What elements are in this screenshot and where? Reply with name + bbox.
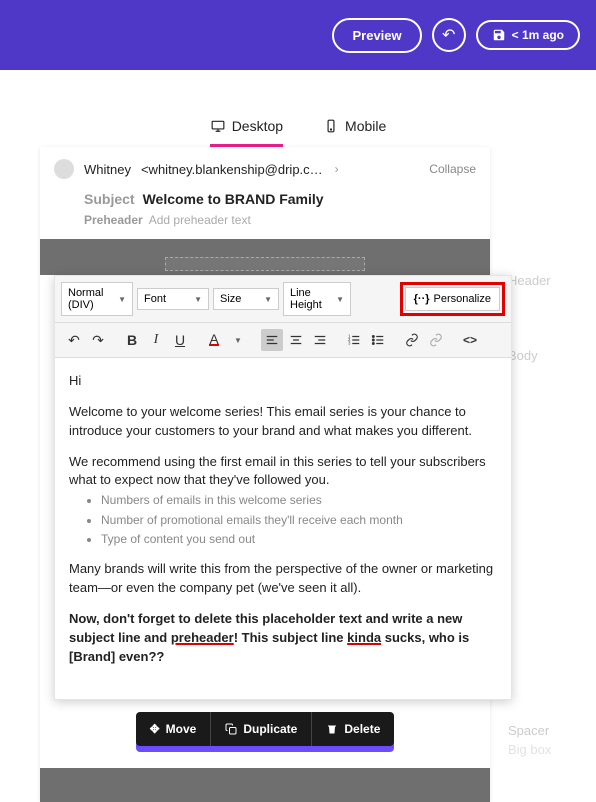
link-icon bbox=[405, 333, 419, 347]
delete-button[interactable]: Delete bbox=[312, 712, 394, 746]
align-left-icon bbox=[265, 333, 279, 347]
text-color-button[interactable]: A bbox=[203, 329, 225, 351]
email-canvas: Whitney <whitney.blankenship@drip.c… › C… bbox=[40, 147, 490, 802]
bold-button[interactable]: B bbox=[121, 329, 143, 351]
align-center-icon bbox=[289, 333, 303, 347]
unordered-list-button[interactable] bbox=[367, 329, 389, 351]
personalize-highlight: {··} Personalize bbox=[400, 282, 505, 316]
subject-row[interactable]: Subject Welcome to BRAND Family bbox=[84, 191, 476, 207]
sender-row[interactable]: Whitney <whitney.blankenship@drip.c… › C… bbox=[40, 147, 490, 191]
tab-label: Desktop bbox=[232, 118, 283, 134]
body-p4: Now, don't forget to delete this placeho… bbox=[69, 610, 497, 667]
list-item: Type of content you send out bbox=[101, 531, 497, 548]
chevron-right-icon: › bbox=[335, 162, 339, 176]
undo-button[interactable]: ↶ bbox=[63, 329, 85, 351]
subject-value: Welcome to BRAND Family bbox=[143, 191, 324, 207]
link-button[interactable] bbox=[401, 329, 423, 351]
sender-name: Whitney bbox=[84, 162, 131, 177]
caret-down-icon: ▼ bbox=[118, 295, 126, 304]
duplicate-button[interactable]: Duplicate bbox=[211, 712, 311, 746]
size-select[interactable]: Size▼ bbox=[213, 288, 279, 310]
body-p1: Welcome to your welcome series! This ema… bbox=[69, 403, 497, 441]
unlink-icon bbox=[429, 333, 443, 347]
underline-button[interactable]: U bbox=[169, 329, 191, 351]
undo-button[interactable]: ↶ bbox=[432, 18, 466, 52]
collapse-button[interactable]: Collapse bbox=[429, 162, 476, 176]
side-label-bigbox: Big box bbox=[508, 742, 590, 757]
underline-icon: U bbox=[175, 332, 185, 348]
mobile-icon bbox=[323, 119, 339, 133]
insert-drop-zone[interactable] bbox=[165, 257, 365, 271]
save-ago-label: < 1m ago bbox=[512, 28, 564, 42]
preheader-value: Add preheader text bbox=[149, 213, 251, 227]
body-p3: Many brands will write this from the per… bbox=[69, 560, 497, 598]
subject-label: Subject bbox=[84, 191, 135, 207]
undo-icon: ↶ bbox=[442, 25, 455, 45]
text-color-caret[interactable]: ▼ bbox=[227, 329, 249, 351]
avatar bbox=[54, 159, 74, 179]
toolbar-row-2: ↶ ↷ B I U A ▼ 123 bbox=[55, 323, 511, 358]
list-item: Numbers of emails in this welcome series bbox=[101, 492, 497, 509]
tab-desktop[interactable]: Desktop bbox=[210, 118, 283, 147]
redo-button[interactable]: ↷ bbox=[87, 329, 109, 351]
body-p2: We recommend using the first email in th… bbox=[69, 453, 497, 491]
tab-label: Mobile bbox=[345, 118, 386, 134]
unlink-button[interactable] bbox=[425, 329, 447, 351]
move-icon: ✥ bbox=[150, 722, 160, 736]
sender-email: <whitney.blankenship@drip.c… bbox=[141, 162, 323, 177]
text-editor: Normal (DIV)▼ Font▼ Size▼ Line Height▼ {… bbox=[54, 275, 512, 700]
save-icon bbox=[492, 28, 506, 42]
italic-icon: I bbox=[154, 332, 159, 348]
code-icon: <> bbox=[463, 333, 477, 347]
list-item: Number of promotional emails they'll rec… bbox=[101, 512, 497, 529]
side-label-header: Header bbox=[508, 273, 590, 288]
caret-down-icon: ▼ bbox=[194, 295, 202, 304]
preheader-row[interactable]: Preheader Add preheader text bbox=[84, 213, 476, 227]
tab-mobile[interactable]: Mobile bbox=[323, 118, 386, 147]
body-bullets: Numbers of emails in this welcome series… bbox=[101, 492, 497, 548]
svg-text:3: 3 bbox=[348, 341, 351, 346]
personalize-button[interactable]: {··} Personalize bbox=[405, 287, 500, 311]
editor-content[interactable]: Hi Welcome to your welcome series! This … bbox=[55, 358, 511, 699]
caret-down-icon: ▼ bbox=[336, 295, 344, 304]
align-left-button[interactable] bbox=[261, 329, 283, 351]
toolbar-row-1: Normal (DIV)▼ Font▼ Size▼ Line Height▼ {… bbox=[55, 276, 511, 323]
view-tabs: Desktop Mobile bbox=[0, 118, 596, 147]
undo-icon: ↶ bbox=[68, 332, 80, 349]
code-view-button[interactable]: <> bbox=[459, 329, 481, 351]
caret-down-icon: ▼ bbox=[234, 336, 242, 345]
ordered-list-icon: 123 bbox=[347, 333, 361, 347]
personalize-icon: {··} bbox=[414, 293, 430, 305]
unordered-list-icon bbox=[371, 333, 385, 347]
move-button[interactable]: ✥ Move bbox=[136, 712, 211, 746]
block-actions: ✥ Move Duplicate Delete bbox=[136, 712, 395, 746]
align-center-button[interactable] bbox=[285, 329, 307, 351]
duplicate-icon bbox=[225, 723, 237, 735]
trash-icon bbox=[326, 723, 338, 735]
redo-icon: ↷ bbox=[92, 332, 104, 349]
caret-down-icon: ▼ bbox=[264, 295, 272, 304]
preview-button[interactable]: Preview bbox=[332, 18, 421, 53]
font-select[interactable]: Font▼ bbox=[137, 288, 209, 310]
side-label-body: Body bbox=[508, 348, 590, 363]
side-label-spacer: Spacer bbox=[508, 723, 590, 738]
save-status[interactable]: < 1m ago bbox=[476, 20, 580, 50]
desktop-icon bbox=[210, 119, 226, 133]
body-greeting: Hi bbox=[69, 372, 497, 391]
spacer-section bbox=[40, 768, 490, 802]
text-color-icon: A bbox=[209, 334, 218, 346]
align-right-icon bbox=[313, 333, 327, 347]
italic-button[interactable]: I bbox=[145, 329, 167, 351]
preheader-label: Preheader bbox=[84, 213, 143, 227]
top-bar: Preview ↶ < 1m ago bbox=[0, 0, 596, 70]
header-section bbox=[40, 239, 490, 275]
ordered-list-button[interactable]: 123 bbox=[343, 329, 365, 351]
bold-icon: B bbox=[127, 332, 137, 348]
line-height-select[interactable]: Line Height▼ bbox=[283, 282, 351, 316]
block-format-select[interactable]: Normal (DIV)▼ bbox=[61, 282, 133, 316]
align-right-button[interactable] bbox=[309, 329, 331, 351]
